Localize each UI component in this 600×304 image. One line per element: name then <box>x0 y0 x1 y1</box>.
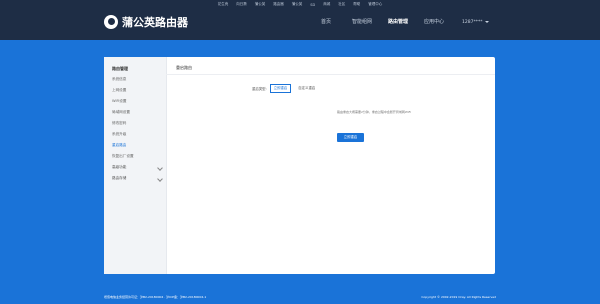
nav-smart-network[interactable]: 智能组网 <box>344 14 380 30</box>
chevron-down-icon <box>157 165 163 171</box>
nav-home[interactable]: 首页 <box>308 14 344 30</box>
divider <box>166 74 495 75</box>
sidebar-item-restart-router[interactable]: 重启路由 <box>104 140 166 151</box>
main-nav: 首页 智能组网 路由管理 应用中心 <box>308 14 452 30</box>
top-header: 花生壳 向日葵 蒲公英 路由器 蒲公英 SD 商城 社区 帮助 管理中心 蒲公英… <box>0 0 600 40</box>
user-menu[interactable]: 1287**** <box>462 14 490 30</box>
main-card: 路由管理 系统信息 上网设置 WiFi设置 局域网设置 修改密码 系统升级 重启… <box>104 57 495 274</box>
restart-note: 路由重启大概需要2分钟，重启过程中会断开局域网WiFi <box>337 110 411 114</box>
sidebar-item-lan-settings[interactable]: 局域网设置 <box>104 107 166 118</box>
top-link-pugongying-2[interactable]: 蒲公英 <box>292 2 303 7</box>
dandelion-logo-icon <box>104 15 118 29</box>
sidebar-item-system-upgrade[interactable]: 系统升级 <box>104 129 166 140</box>
sidebar-group-label: 高级功能 <box>112 165 127 169</box>
top-link-community[interactable]: 社区 <box>338 2 345 7</box>
chevron-down-icon <box>485 21 490 23</box>
top-link-pugongying[interactable]: 蒲公英 <box>255 2 266 7</box>
footer-license: 增值电信业务经营许可证：沪B2-20180004 · 沪ICP备：沪B2-201… <box>104 295 207 299</box>
content-panel: 重启路由 重启类型: 立即重启 自定义重启 路由重启大概需要2分钟，重启过程中会… <box>166 57 495 274</box>
user-account: 1287**** <box>462 19 483 25</box>
sidebar-item-factory-reset[interactable]: 恢复出厂设置 <box>104 151 166 162</box>
sidebar-item-wifi-settings[interactable]: WiFi设置 <box>104 96 166 107</box>
nav-app-center[interactable]: 应用中心 <box>416 14 452 30</box>
page-title: 重启路由 <box>176 65 192 70</box>
top-links-bar: 花生壳 向日葵 蒲公英 路由器 蒲公英 SD 商城 社区 帮助 管理中心 <box>0 0 600 9</box>
option-restart-now[interactable]: 立即重启 <box>269 84 292 93</box>
top-link-xiangrikui[interactable]: 向日葵 <box>236 2 247 7</box>
sidebar-group-label: 路由存储 <box>112 176 127 180</box>
chevron-down-icon <box>157 176 163 182</box>
sidebar-group-advanced[interactable]: 高级功能 <box>104 162 166 173</box>
top-link-sd[interactable]: SD <box>310 3 315 7</box>
top-link-help[interactable]: 帮助 <box>353 2 360 7</box>
sidebar-group-storage[interactable]: 路由存储 <box>104 173 166 184</box>
top-link-huashengke[interactable]: 花生壳 <box>218 2 229 7</box>
footer-copyright: Copyright © 2002-2019 Oray. All Rights R… <box>421 295 496 299</box>
restart-type-row: 重启类型: 立即重启 自定义重启 <box>252 84 319 93</box>
sidebar-item-change-password[interactable]: 修改密码 <box>104 118 166 129</box>
sidebar: 路由管理 系统信息 上网设置 WiFi设置 局域网设置 修改密码 系统升级 重启… <box>104 57 167 274</box>
sidebar-item-internet-settings[interactable]: 上网设置 <box>104 85 166 96</box>
sidebar-item-system-info[interactable]: 系统信息 <box>104 74 166 85</box>
top-link-shop[interactable]: 商城 <box>323 2 330 7</box>
option-custom-restart[interactable]: 自定义重启 <box>294 84 319 93</box>
restart-type-label: 重启类型: <box>252 87 267 91</box>
restart-now-button[interactable]: 立即重启 <box>337 133 364 142</box>
brand-name: 蒲公英路由器 <box>122 16 188 29</box>
footer: 增值电信业务经营许可证：沪B2-20180004 · 沪ICP备：沪B2-201… <box>104 293 496 301</box>
top-link-router[interactable]: 路由器 <box>273 2 284 7</box>
nav-router-management[interactable]: 路由管理 <box>380 14 416 30</box>
brand-logo[interactable]: 蒲公英路由器 <box>104 14 188 30</box>
sidebar-title: 路由管理 <box>112 66 128 71</box>
top-link-admin-center[interactable]: 管理中心 <box>368 2 382 7</box>
